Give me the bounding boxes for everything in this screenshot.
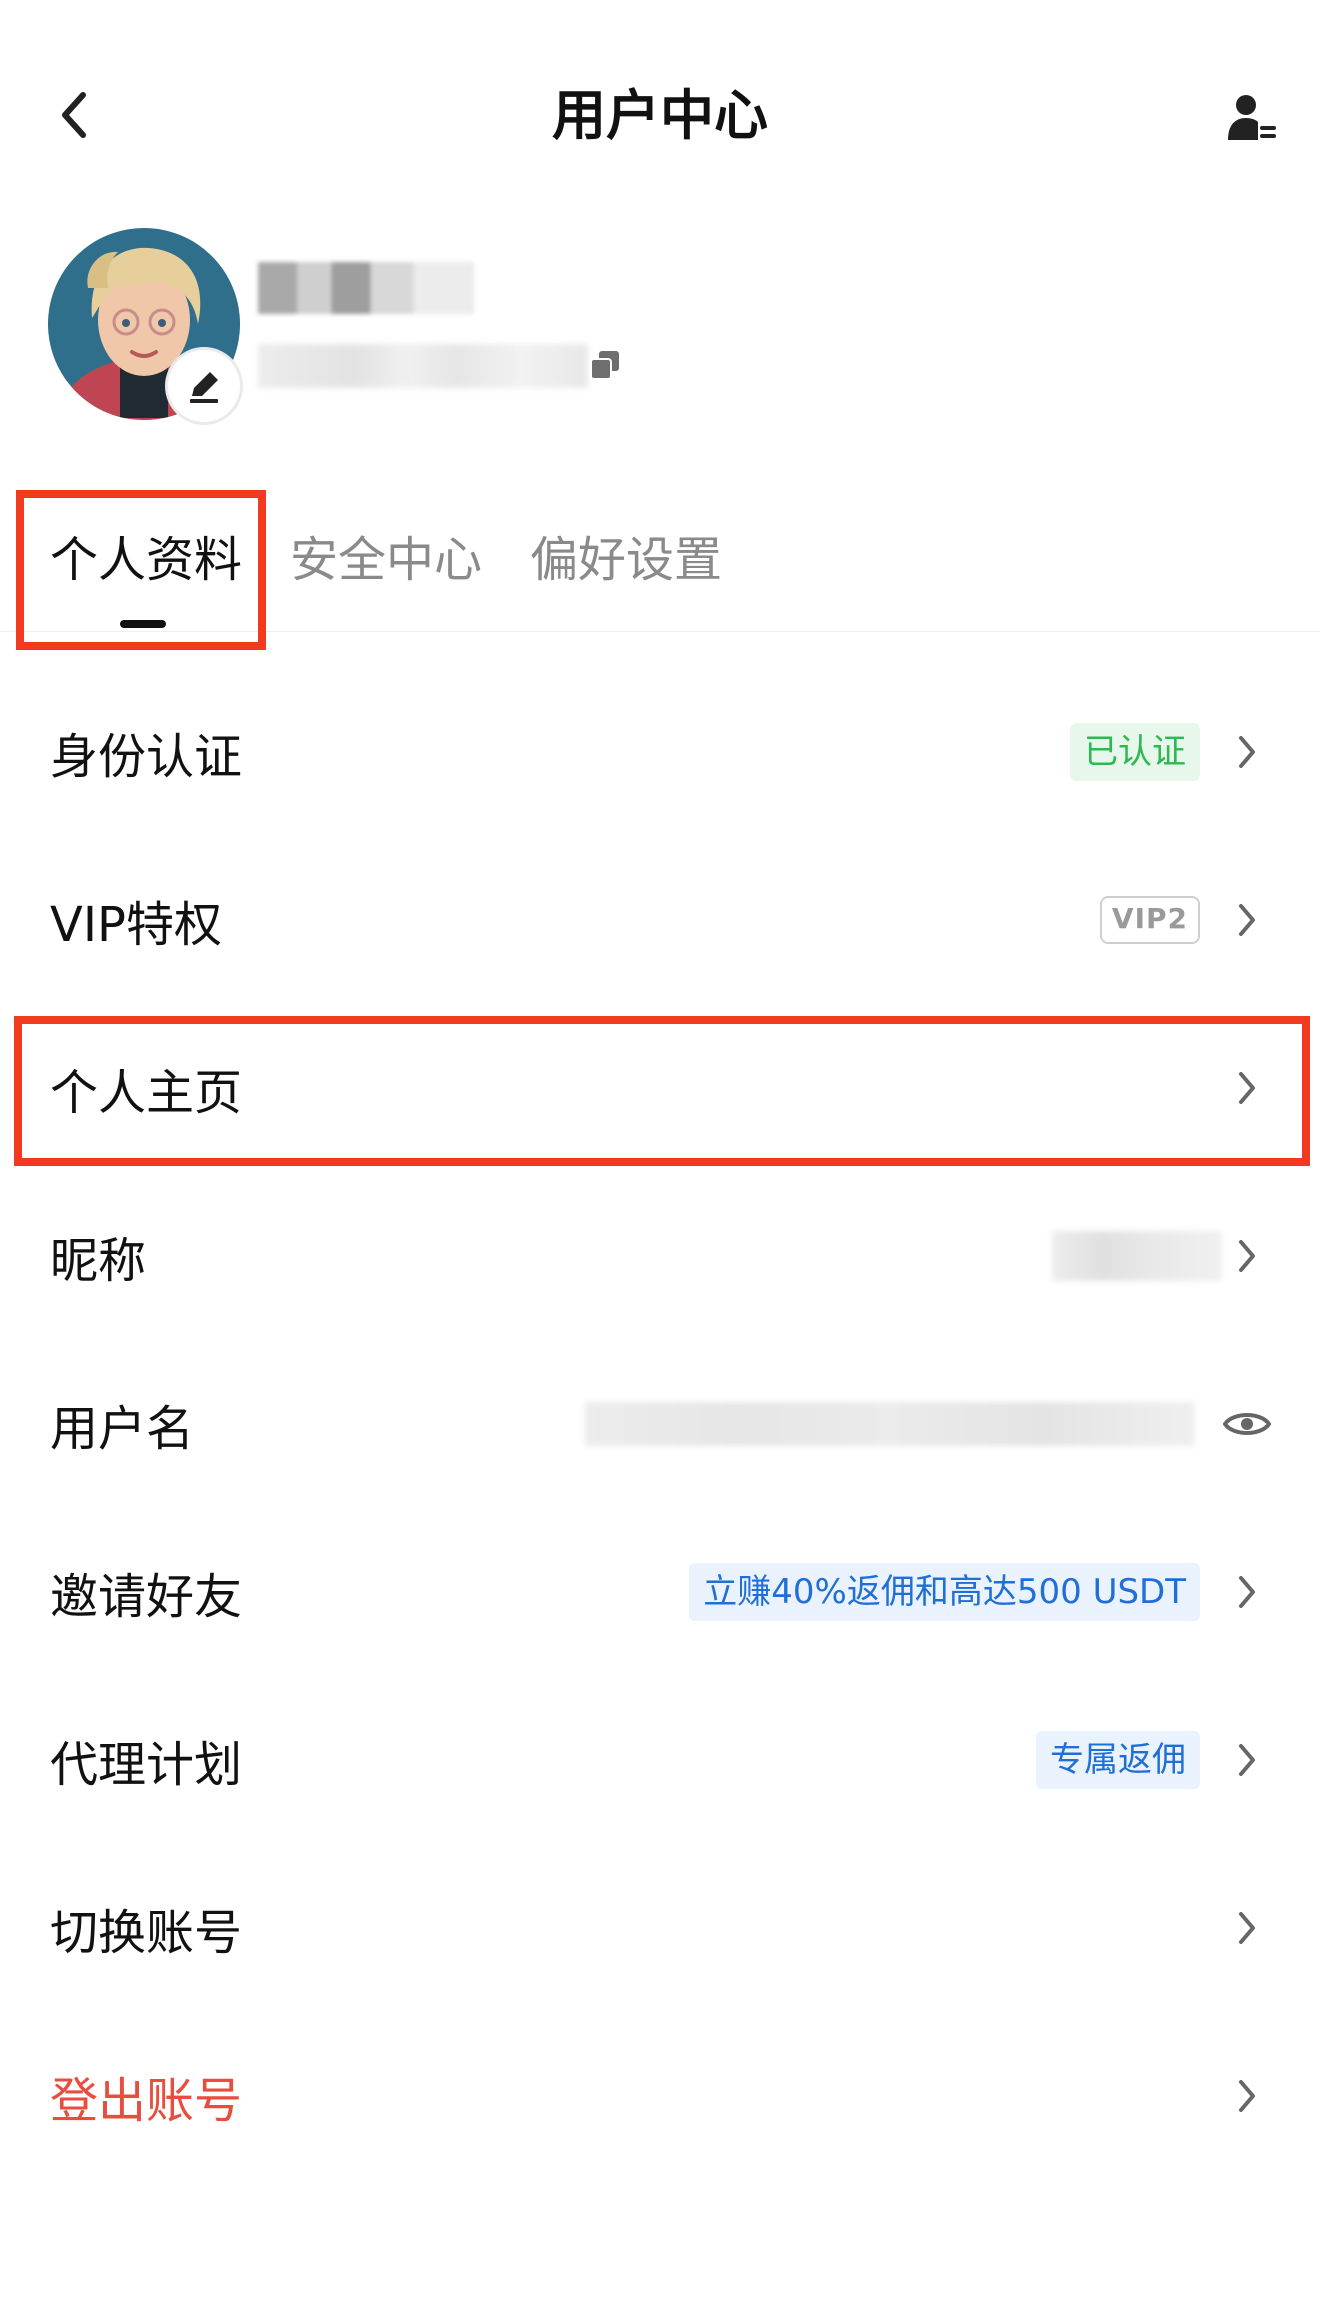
chevron-right-icon xyxy=(1230,730,1264,774)
chevron-right-icon xyxy=(1230,1066,1264,1110)
edit-avatar-button[interactable] xyxy=(168,350,240,422)
blurred-nickname xyxy=(1052,1231,1222,1281)
menu-item-identity[interactable]: 身份认证 已认证 xyxy=(0,668,1320,836)
tab-preferences[interactable]: 偏好设置 xyxy=(530,530,722,590)
tab-security-center[interactable]: 安全中心 xyxy=(290,530,482,590)
menu-item-switch-account[interactable]: 切换账号 xyxy=(0,1844,1320,2012)
menu-item-logout[interactable]: 登出账号 xyxy=(0,2012,1320,2180)
menu-item-username: 用户名 xyxy=(0,1340,1320,1508)
chevron-right-icon xyxy=(1230,2074,1264,2118)
invite-promo-badge: 立赚40%返佣和高达500 USDT xyxy=(689,1563,1200,1621)
chevron-right-icon xyxy=(1230,1234,1264,1278)
tab-personal-info[interactable]: 个人资料 xyxy=(50,530,242,590)
menu-item-invite[interactable]: 邀请好友 立赚40%返佣和高达500 USDT xyxy=(0,1508,1320,1676)
menu-item-label: 用户名 xyxy=(50,1401,195,1457)
blurred-username-value xyxy=(585,1402,1195,1446)
user-switch-icon xyxy=(1228,95,1276,140)
menu-item-agent[interactable]: 代理计划 专属返佣 xyxy=(0,1676,1320,1844)
menu-item-label: 昵称 xyxy=(50,1233,147,1289)
menu-item-homepage[interactable]: 个人主页 xyxy=(0,1004,1320,1172)
chevron-right-icon xyxy=(1230,1570,1264,1614)
menu-item-nickname[interactable]: 昵称 xyxy=(0,1172,1320,1340)
back-button[interactable] xyxy=(40,80,110,150)
menu-item-label: 登出账号 xyxy=(50,2073,243,2129)
menu-item-vip[interactable]: VIP特权 VIP2 xyxy=(0,836,1320,1004)
copy-icon xyxy=(590,351,619,380)
chevron-right-icon xyxy=(1230,1906,1264,1950)
agent-promo-badge: 专属返佣 xyxy=(1036,1731,1200,1789)
chevron-right-icon xyxy=(1230,898,1264,942)
menu-item-label: 身份认证 xyxy=(50,729,243,785)
menu-item-label: 邀请好友 xyxy=(50,1569,243,1625)
switch-user-button[interactable] xyxy=(1222,88,1282,148)
tab-divider xyxy=(0,631,1320,632)
blurred-username xyxy=(258,262,474,314)
vip-level-badge: VIP2 xyxy=(1099,896,1200,944)
active-tab-indicator xyxy=(120,620,166,628)
chevron-left-icon xyxy=(62,92,86,138)
page-title: 用户中心 xyxy=(552,84,768,147)
blurred-uid xyxy=(258,344,588,388)
menu-item-label: VIP特权 xyxy=(50,897,222,953)
menu-item-label: 代理计划 xyxy=(50,1737,243,1793)
eye-icon[interactable] xyxy=(1222,1404,1272,1444)
menu-item-label: 切换账号 xyxy=(50,1905,243,1961)
menu-item-label: 个人主页 xyxy=(50,1065,243,1121)
copy-uid-button[interactable] xyxy=(588,348,622,382)
pencil-icon xyxy=(190,372,218,403)
verified-badge: 已认证 xyxy=(1070,723,1200,781)
chevron-right-icon xyxy=(1230,1738,1264,1782)
